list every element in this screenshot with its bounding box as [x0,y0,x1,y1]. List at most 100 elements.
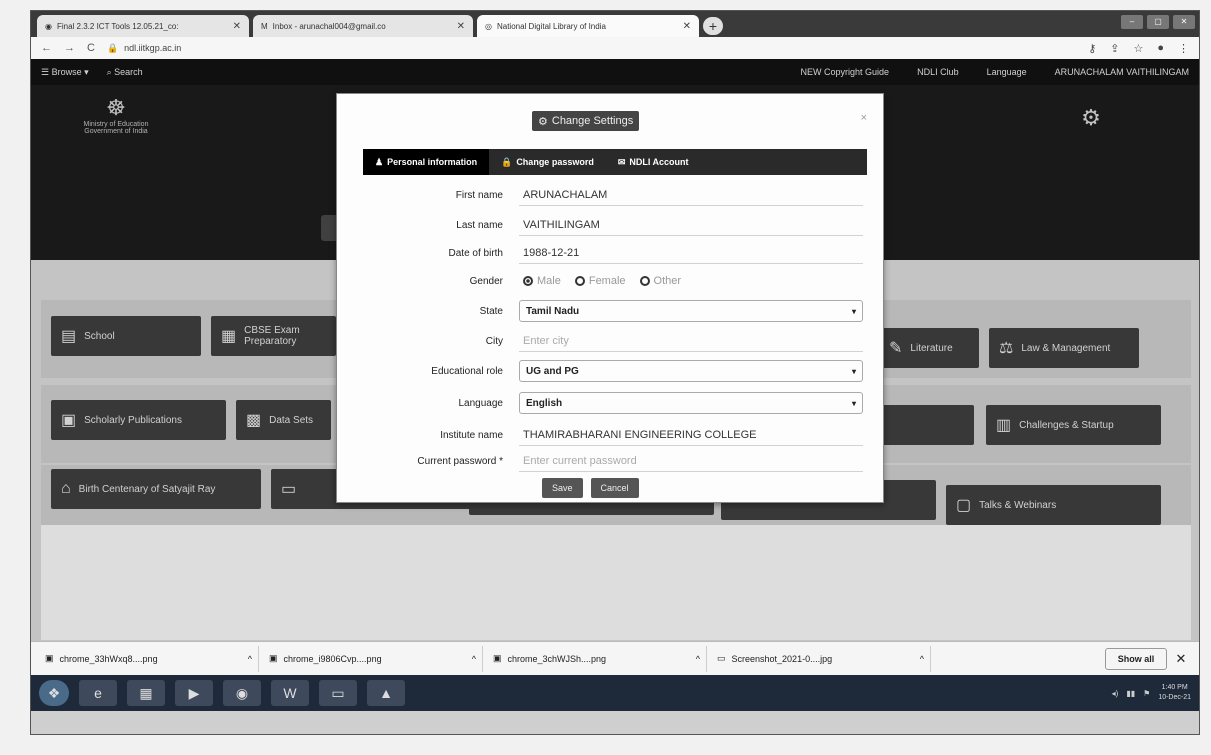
back-icon[interactable]: ← [41,42,52,54]
gender-female-radio[interactable]: Female [574,275,626,287]
state-select[interactable]: Tamil Nadu ▾ [519,300,863,322]
media-icon[interactable]: ▶ [175,680,213,706]
speaker-icon[interactable]: ◂) [1112,689,1119,698]
save-button[interactable]: Save [542,478,583,498]
city-row: City Enter city [363,328,867,354]
close-icon[interactable]: × [861,112,867,124]
profile-icon[interactable]: ● [1157,42,1164,55]
download-item[interactable]: ▣ chrome_i9806Cvp....png ^ [263,645,483,672]
image-file-icon: ▣ [493,653,502,663]
edu-role-select[interactable]: UG and PG ▾ [519,360,863,382]
gender-row: Gender Male Female Other [363,268,867,294]
chevron-down-icon: ▾ [851,366,856,376]
toolbar-icons: ⚷ ⇪ ☆ ● ⋮ [1088,42,1189,55]
image-file-icon: ▭ [717,653,726,663]
edu-role-label: Educational role [431,365,503,377]
user-icon: ♟ [375,156,384,167]
reload-icon[interactable]: C [87,42,95,54]
browser-tab-strip: ◉ Final 2.3.2 ICT Tools 12.05.21_co: ✕ M… [31,11,1199,37]
forward-icon[interactable]: → [64,42,75,54]
show-all-button[interactable]: Show all [1105,647,1167,670]
last-name-row: Last name VAITHILINGAM [363,212,867,238]
windows-taskbar: ❖ e ▦ ▶ ◉ W ▭ ▲ ◂) ▮▮ ⚑ 1:40 PM 10-Dec-2… [31,675,1199,711]
tab-label: Change password [516,157,594,167]
download-item[interactable]: ▣ chrome_33hWxq8....png ^ [39,645,259,672]
browser-tab-docs[interactable]: ◉ Final 2.3.2 ICT Tools 12.05.21_co: ✕ [37,15,249,37]
city-input[interactable]: Enter city [519,330,863,352]
current-password-input[interactable]: Enter current password [519,450,863,472]
lock-icon: 🔒 [106,42,119,53]
system-tray: ◂) ▮▮ ⚑ 1:40 PM 10-Dec-21 [1112,683,1191,703]
clock[interactable]: 1:40 PM 10-Dec-21 [1158,683,1191,703]
chevron-up-icon[interactable]: ^ [248,654,252,664]
close-tab-icon[interactable]: ✕ [683,21,691,32]
menu-icon[interactable]: ⋮ [1178,42,1189,55]
state-label: State [479,305,503,317]
dob-row: Date of birth 1988-12-21 [363,240,867,266]
modal-title-text: Change Settings [551,115,634,127]
ie-icon[interactable]: e [79,680,117,706]
close-tab-icon[interactable]: ✕ [457,21,465,32]
close-window-icon[interactable]: ✕ [1173,15,1195,29]
chevron-down-icon: ▾ [851,306,856,316]
word-icon[interactable]: W [271,680,309,706]
folder-icon[interactable]: ▭ [319,680,357,706]
key-icon[interactable]: ⚷ [1088,42,1096,55]
chevron-up-icon[interactable]: ^ [696,654,700,664]
browser-tab-ndli[interactable]: ◎ National Digital Library of India ✕ [477,15,699,37]
star-icon[interactable]: ☆ [1133,42,1143,55]
screen: ◉ Final 2.3.2 ICT Tools 12.05.21_co: ✕ M… [30,10,1200,735]
gender-male-radio[interactable]: Male [523,275,561,287]
minimize-icon[interactable]: – [1121,15,1143,29]
first-name-field[interactable]: ARUNACHALAM [519,184,863,206]
chrome-icon: ◉ [45,21,52,31]
network-icon[interactable]: ▮▮ [1126,689,1135,698]
downloads-bar: ▣ chrome_33hWxq8....png ^ ▣ chrome_i9806… [31,641,1199,675]
state-row: State Tamil Nadu ▾ [363,298,867,324]
first-name-row: First name ARUNACHALAM [363,182,867,208]
new-tab-button[interactable]: + [703,17,723,35]
share-icon[interactable]: ⇪ [1110,42,1119,55]
institute-field[interactable]: THAMIRABHARANI ENGINEERING COLLEGE [519,424,863,446]
tab-change-password[interactable]: 🔒 Change password [489,149,606,175]
gender-other-radio[interactable]: Other [639,275,681,287]
close-icon[interactable]: ✕ [1171,651,1191,667]
last-name-field[interactable]: VAITHILINGAM [519,214,863,236]
state-value: Tamil Nadu [526,305,580,317]
download-item[interactable]: ▭ Screenshot_2021-0....jpg ^ [711,645,931,672]
modal-title: ⚙ Change Settings [532,111,640,131]
cancel-button[interactable]: Cancel [590,478,639,498]
image-file-icon: ▣ [269,653,278,663]
dob-label: Date of birth [448,247,503,259]
chrome-taskbar-icon[interactable]: ◉ [223,680,261,706]
language-label: Language [458,397,504,409]
institute-row: Institute name THAMIRABHARANI ENGINEERIN… [363,422,867,448]
chevron-down-icon: ▾ [851,398,856,408]
language-select[interactable]: English ▾ [519,392,863,414]
tab-ndli-account[interactable]: ✉ NDLI Account [606,149,701,175]
dob-field[interactable]: 1988-12-21 [519,242,863,264]
tab-title: Inbox - arunachal004@gmail.co [272,21,386,31]
close-tab-icon[interactable]: ✕ [233,21,241,32]
tab-personal-information[interactable]: ♟ Personal information [363,149,490,175]
warning-icon[interactable]: ▲ [367,680,405,706]
tab-title: National Digital Library of India [496,21,606,31]
edu-role-row: Educational role UG and PG ▾ [363,358,867,384]
ndli-icon: ◎ [485,21,492,31]
file-explorer-icon[interactable]: ▦ [127,680,165,706]
last-name-label: Last name [456,219,503,231]
first-name-label: First name [455,189,503,201]
chevron-up-icon[interactable]: ^ [920,654,924,664]
url-text: ndl.iitkgp.ac.in [124,43,182,53]
language-value: English [526,397,563,409]
url-field[interactable]: 🔒 ndl.iitkgp.ac.in [107,40,1076,56]
flag-icon[interactable]: ⚑ [1143,689,1150,698]
download-item[interactable]: ▣ chrome_3chWJSh....png ^ [487,645,707,672]
city-label: City [485,335,503,347]
start-button[interactable]: ❖ [39,680,69,706]
image-file-icon: ▣ [45,653,54,663]
chevron-up-icon[interactable]: ^ [472,654,476,664]
maximize-icon[interactable]: ▢ [1147,15,1169,29]
browser-tab-gmail[interactable]: M Inbox - arunachal004@gmail.co ✕ [253,15,473,37]
change-settings-modal: ⚙ Change Settings × ♟ Personal informati… [336,93,884,503]
